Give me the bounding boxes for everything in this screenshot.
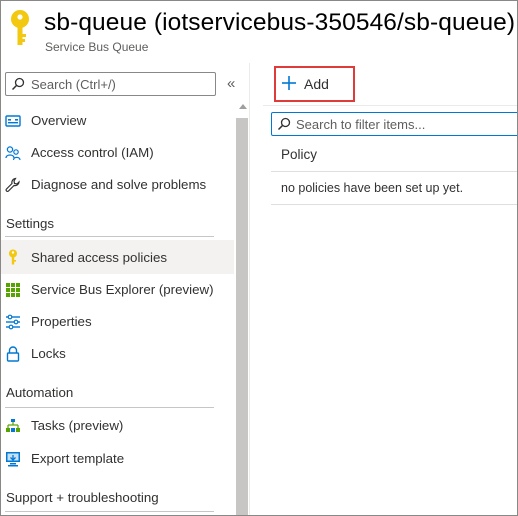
sidebar-item-diagnose[interactable]: Diagnose and solve problems bbox=[1, 169, 234, 201]
pane-divider bbox=[249, 63, 250, 515]
section-divider bbox=[5, 407, 214, 408]
sidebar-item-service-bus-explorer[interactable]: Service Bus Explorer (preview) bbox=[1, 274, 234, 306]
empty-state-message: no policies have been set up yet. bbox=[281, 181, 464, 195]
sidebar-item-overview[interactable]: Overview bbox=[1, 105, 234, 137]
sidebar-item-label: Shared access policies bbox=[31, 250, 167, 265]
page-title: sb-queue (iotservicebus-350546/sb-queue) bbox=[44, 9, 516, 36]
add-button-label: Add bbox=[304, 76, 329, 92]
sidebar-item-tasks[interactable]: Tasks (preview) bbox=[1, 410, 234, 442]
section-divider bbox=[5, 236, 214, 237]
search-placeholder: Search (Ctrl+/) bbox=[31, 77, 116, 92]
tasks-icon bbox=[6, 419, 20, 432]
section-support: Support + troubleshooting bbox=[6, 490, 159, 505]
scroll-up-arrow-icon[interactable] bbox=[239, 104, 247, 109]
section-divider bbox=[5, 511, 214, 512]
resource-menu-search[interactable]: Search (Ctrl+/) bbox=[5, 72, 216, 96]
sidebar-item-access-control[interactable]: Access control (IAM) bbox=[1, 137, 234, 169]
filter-input[interactable]: Search to filter items... bbox=[271, 112, 517, 136]
add-button[interactable]: Add bbox=[274, 66, 355, 102]
search-icon bbox=[11, 77, 25, 91]
collapse-menu-button[interactable]: « bbox=[227, 75, 235, 92]
sliders-icon bbox=[6, 314, 20, 330]
column-header-policy[interactable]: Policy bbox=[281, 147, 317, 162]
app-window: sb-queue (iotservicebus-350546/sb-queue)… bbox=[0, 0, 518, 516]
sidebar-item-export-template[interactable]: Export template bbox=[1, 443, 234, 475]
section-settings: Settings bbox=[6, 216, 55, 231]
plus-icon bbox=[282, 76, 296, 90]
sidebar-item-locks[interactable]: Locks bbox=[1, 338, 234, 370]
sidebar-scrollbar-thumb[interactable] bbox=[236, 118, 248, 515]
sidebar-item-label: Diagnose and solve problems bbox=[31, 177, 207, 192]
sidebar-item-shared-access-policies[interactable]: Shared access policies bbox=[1, 240, 234, 274]
people-icon bbox=[5, 146, 21, 161]
table-header-divider bbox=[271, 171, 517, 172]
filter-placeholder: Search to filter items... bbox=[296, 117, 426, 132]
sidebar-item-label: Locks bbox=[31, 346, 66, 361]
lock-icon bbox=[6, 346, 20, 362]
key-icon bbox=[9, 249, 17, 265]
sidebar-item-label: Export template bbox=[31, 451, 125, 466]
table-row-divider bbox=[271, 204, 517, 205]
overview-icon bbox=[5, 115, 21, 127]
export-icon bbox=[6, 452, 20, 467]
toolbar-divider bbox=[263, 105, 517, 106]
page-subtitle: Service Bus Queue bbox=[45, 40, 149, 54]
key-icon bbox=[11, 10, 29, 45]
sidebar-item-label: Overview bbox=[31, 113, 87, 128]
section-automation: Automation bbox=[6, 385, 74, 400]
sidebar-item-label: Properties bbox=[31, 314, 92, 329]
sidebar-item-label: Service Bus Explorer (preview) bbox=[31, 282, 214, 297]
sidebar-item-label: Tasks (preview) bbox=[31, 418, 124, 433]
grid-icon bbox=[6, 283, 20, 297]
search-icon bbox=[277, 117, 291, 131]
wrench-icon bbox=[5, 177, 20, 192]
sidebar-item-label: Access control (IAM) bbox=[31, 145, 154, 160]
sidebar-item-properties[interactable]: Properties bbox=[1, 306, 234, 338]
blade-header: sb-queue (iotservicebus-350546/sb-queue)… bbox=[1, 1, 517, 63]
